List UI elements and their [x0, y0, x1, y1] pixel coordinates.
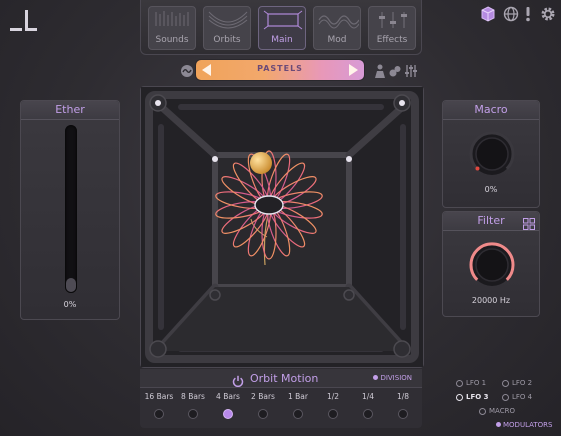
- radio-icon: [479, 407, 486, 415]
- tab-thumbnail: [208, 11, 248, 29]
- step-radio[interactable]: [223, 409, 233, 419]
- tab-label: Effects: [376, 35, 408, 45]
- ether-slider[interactable]: [65, 125, 77, 293]
- step-2-bars[interactable]: 2 Bars: [246, 392, 280, 419]
- macro-panel: Macro 0%: [442, 100, 540, 208]
- tab-sounds[interactable]: Sounds: [148, 6, 196, 50]
- next-preset-button[interactable]: [345, 62, 361, 78]
- modulators-label: MODULATORS: [503, 421, 553, 429]
- preset-name: PASTELS: [257, 64, 303, 73]
- step-label: 1/4: [361, 392, 375, 401]
- orbit-visualizer[interactable]: [140, 86, 424, 368]
- filter-panel: Filter 20000 Hz: [442, 211, 540, 317]
- step-radio[interactable]: [293, 409, 303, 419]
- tab-label: Sounds: [155, 35, 189, 45]
- drops-icon[interactable]: [389, 63, 401, 77]
- tab-effects[interactable]: Effects: [368, 6, 416, 50]
- arrow-left-icon: [202, 64, 211, 76]
- tilde-icon[interactable]: [180, 63, 194, 77]
- division-toggle[interactable]: DIVISION: [373, 374, 412, 382]
- step-4-bars[interactable]: 4 Bars: [211, 392, 245, 419]
- mod-lfo1[interactable]: LFO 1: [456, 379, 486, 387]
- prev-preset-button[interactable]: [199, 62, 215, 78]
- orbit-motion-title: Orbit Motion: [250, 372, 319, 385]
- app-logo: [8, 8, 42, 34]
- tab-main[interactable]: Main: [258, 6, 306, 50]
- alert-icon[interactable]: [524, 6, 532, 22]
- step-label: 8 Bars: [181, 392, 205, 401]
- step-8-bars[interactable]: 8 Bars: [176, 392, 210, 419]
- step-label: 1/8: [396, 392, 410, 401]
- division-dot-icon: [373, 375, 379, 380]
- step-label: 4 Bars: [216, 392, 240, 401]
- mod-lfo4[interactable]: LFO 4: [502, 393, 532, 401]
- orbit-motion-header: Orbit Motion DIVISION: [140, 369, 422, 388]
- globe-icon[interactable]: [503, 6, 519, 22]
- tab-bar: Sounds Orbits Main Mod Effects: [140, 0, 422, 55]
- cube-icon[interactable]: [480, 6, 496, 22]
- person-icon[interactable]: [374, 63, 386, 78]
- modulators-dot-icon: [496, 422, 501, 427]
- macro-knob[interactable]: [469, 131, 515, 177]
- ether-value: 0%: [63, 300, 77, 309]
- arrow-right-icon: [349, 64, 358, 76]
- radio-icon: [502, 379, 509, 387]
- orbit-motion-steps: 16 Bars 8 Bars 4 Bars 2 Bars 1 Bar 1/2 1…: [140, 388, 422, 428]
- power-icon[interactable]: [232, 372, 244, 388]
- step-1-2[interactable]: 1/2: [316, 392, 350, 419]
- mod-label: LFO 4: [512, 393, 533, 401]
- step-label: 1 Bar: [288, 392, 308, 401]
- radio-icon: [456, 379, 463, 387]
- mod-macro[interactable]: MACRO: [479, 407, 515, 415]
- ether-slider-thumb[interactable]: [66, 278, 76, 292]
- preset-selector[interactable]: PASTELS: [196, 60, 364, 80]
- step-radio[interactable]: [258, 409, 268, 419]
- filter-value: 20000 Hz: [471, 296, 511, 305]
- step-label: 16 Bars: [144, 392, 174, 401]
- step-1-8[interactable]: 1/8: [386, 392, 420, 419]
- step-radio[interactable]: [154, 409, 164, 419]
- modulators-toggle[interactable]: MODULATORS: [496, 421, 552, 429]
- step-radio[interactable]: [363, 409, 373, 419]
- macro-title: Macro: [443, 101, 539, 120]
- mod-label: LFO 2: [512, 379, 533, 387]
- mod-lfo3[interactable]: LFO 3: [456, 393, 489, 401]
- ether-panel: Ether 0%: [20, 100, 120, 320]
- step-label: 1/2: [326, 392, 340, 401]
- mod-lfo2[interactable]: LFO 2: [502, 379, 532, 387]
- ether-title: Ether: [21, 101, 119, 120]
- step-label: 2 Bars: [251, 392, 275, 401]
- tab-label: Orbits: [213, 35, 241, 45]
- tab-thumbnail: [155, 11, 189, 26]
- tab-label: Main: [271, 35, 293, 45]
- mod-label: LFO 1: [466, 379, 487, 387]
- sliders-icon[interactable]: [404, 63, 418, 77]
- division-label: DIVISION: [380, 374, 412, 382]
- grid-icon[interactable]: [523, 215, 535, 230]
- step-16-bars[interactable]: 16 Bars: [142, 392, 176, 419]
- tab-mod[interactable]: Mod: [313, 6, 361, 50]
- mod-label: LFO 3: [466, 393, 489, 401]
- step-radio[interactable]: [398, 409, 408, 419]
- step-radio[interactable]: [328, 409, 338, 419]
- filter-knob[interactable]: [469, 242, 515, 288]
- tab-thumbnail: [263, 10, 303, 30]
- tab-thumbnail: [318, 15, 359, 29]
- gear-icon[interactable]: [540, 6, 556, 22]
- tab-thumbnail: [379, 12, 407, 28]
- macro-value: 0%: [484, 185, 498, 194]
- radio-icon: [456, 393, 463, 401]
- step-1-4[interactable]: 1/4: [351, 392, 385, 419]
- tab-label: Mod: [327, 35, 347, 45]
- step-radio[interactable]: [188, 409, 198, 419]
- radio-icon: [502, 393, 509, 401]
- tab-orbits[interactable]: Orbits: [203, 6, 251, 50]
- step-1-bar[interactable]: 1 Bar: [281, 392, 315, 419]
- mod-label: MACRO: [489, 407, 515, 415]
